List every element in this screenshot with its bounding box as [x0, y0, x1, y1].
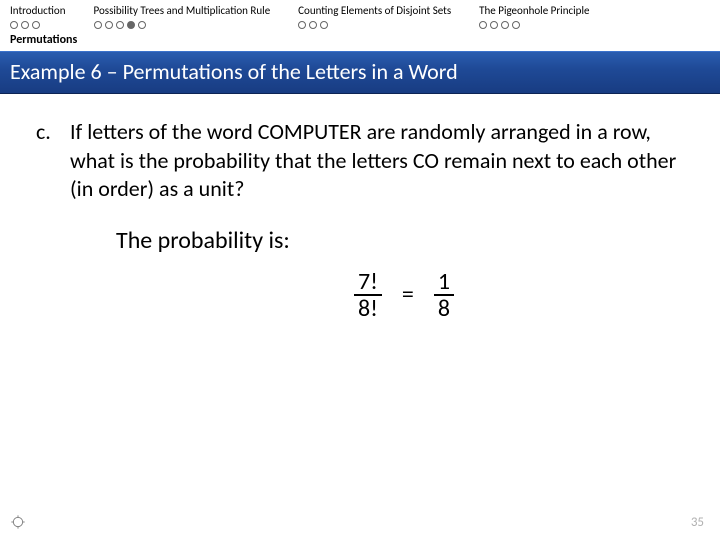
list-item: c. If letters of the word COMPUTER are r…: [36, 118, 692, 204]
progress-dot: [32, 21, 40, 29]
nav-item-disjoint-sets[interactable]: Counting Elements of Disjoint Sets: [298, 4, 451, 29]
nav-label: The Pigeonhole Principle: [479, 4, 589, 17]
nav-label: Counting Elements of Disjoint Sets: [298, 4, 451, 17]
nav-item-introduction[interactable]: Introduction: [10, 4, 66, 29]
denominator: 8!: [354, 296, 382, 321]
nav-label: Possibility Trees and Multiplication Rul…: [94, 4, 271, 17]
slide-title: Example 6 – Permutations of the Letters …: [0, 51, 720, 94]
progress-dot: [105, 21, 113, 29]
nav-dots: [479, 21, 589, 29]
nav-dots: [10, 21, 66, 29]
page-number: 35: [691, 515, 704, 530]
nav-item-pigeonhole[interactable]: The Pigeonhole Principle: [479, 4, 589, 29]
section-label: Permutations: [0, 31, 720, 51]
crosshair-icon: [10, 514, 26, 530]
progress-dot: [501, 21, 509, 29]
progress-dot: [138, 21, 146, 29]
progress-dot: [309, 21, 317, 29]
probability-label: The probability is:: [116, 226, 692, 255]
top-nav: Introduction Possibility Trees and Multi…: [0, 0, 720, 31]
progress-dot: [94, 21, 102, 29]
item-text: If letters of the word COMPUTER are rand…: [70, 118, 692, 204]
progress-dot: [116, 21, 124, 29]
fraction-lhs: 7! 8!: [354, 269, 382, 321]
nav-dots: [94, 21, 271, 29]
item-marker: c.: [36, 118, 56, 204]
fraction-rhs: 1 8: [434, 269, 454, 321]
equals-sign: =: [402, 280, 414, 309]
progress-dot: [298, 21, 306, 29]
nav-label: Introduction: [10, 4, 66, 17]
slide-content: c. If letters of the word COMPUTER are r…: [0, 94, 720, 321]
nav-dots: [298, 21, 451, 29]
progress-dot: [512, 21, 520, 29]
progress-dot-current: [127, 21, 135, 29]
denominator: 8: [434, 296, 454, 321]
progress-dot: [10, 21, 18, 29]
equation: 7! 8! = 1 8: [116, 269, 692, 321]
numerator: 1: [434, 269, 454, 296]
progress-dot: [490, 21, 498, 29]
numerator: 7!: [354, 269, 382, 296]
progress-dot: [320, 21, 328, 29]
nav-item-possibility-trees[interactable]: Possibility Trees and Multiplication Rul…: [94, 4, 271, 29]
progress-dot: [21, 21, 29, 29]
progress-dot: [479, 21, 487, 29]
